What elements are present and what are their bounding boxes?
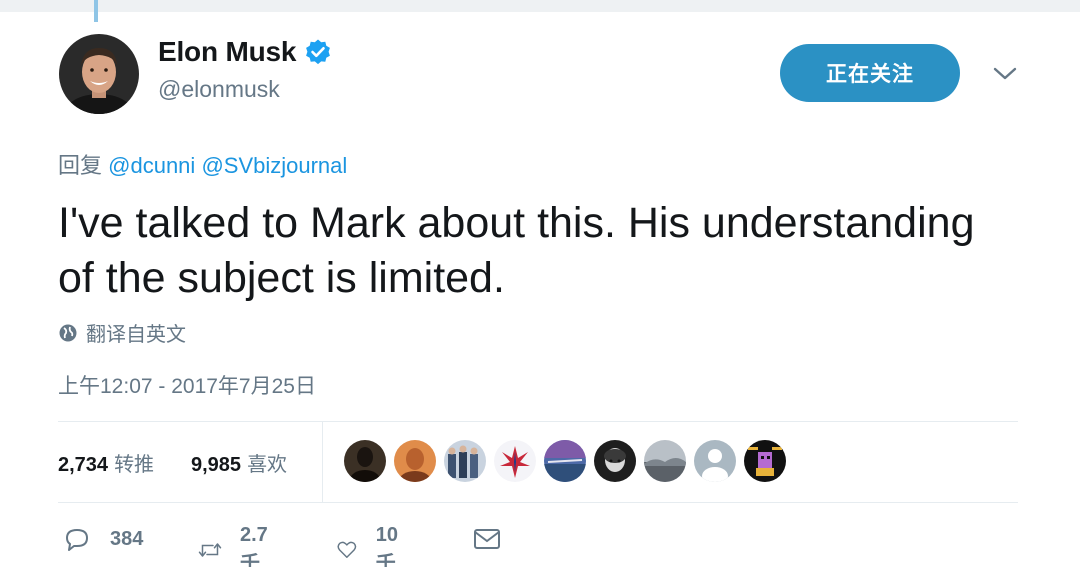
mention-dcunni[interactable]: @dcunni <box>108 153 195 178</box>
globe-icon <box>59 324 77 341</box>
tweet-page: Elon Musk @elonmusk 正在关注 回复 @dcunni @SVb… <box>0 0 1080 567</box>
thread-line <box>94 0 98 22</box>
likes-stat[interactable]: 9,985 喜欢 <box>191 448 287 477</box>
liker-avatar-6[interactable] <box>594 440 636 482</box>
liker-avatar-9[interactable] <box>744 440 786 482</box>
likes-label: 喜欢 <box>247 454 288 476</box>
heart-icon <box>337 541 357 558</box>
translate-label[interactable]: 翻译自英文 <box>86 318 186 347</box>
stats-divider-vertical <box>322 421 323 502</box>
author-name-row[interactable]: Elon Musk <box>158 34 332 70</box>
liker-avatar-8[interactable] <box>694 440 736 482</box>
mention-svbizjournal[interactable]: @SVbizjournal <box>201 153 347 178</box>
liker-avatar-4[interactable] <box>494 440 536 482</box>
author-handle[interactable]: @elonmusk <box>158 76 280 103</box>
liker-avatars <box>344 440 794 482</box>
retweets-stat[interactable]: 2,734 转推 <box>58 448 154 477</box>
like-count: 10千 <box>375 524 398 567</box>
retweet-icon <box>198 543 222 557</box>
likes-count: 9,985 <box>191 454 242 476</box>
translate-link[interactable]: 翻译自英文 <box>58 318 186 347</box>
stats-divider-bottom <box>58 502 1018 503</box>
retweets-label: 转推 <box>114 454 155 476</box>
liker-avatar-2[interactable] <box>394 440 436 482</box>
following-button[interactable]: 正在关注 <box>780 44 960 102</box>
author-avatar[interactable] <box>59 34 139 114</box>
top-bar <box>0 0 1080 12</box>
liker-avatar-3[interactable] <box>444 440 486 482</box>
retweets-count: 2,734 <box>58 454 109 476</box>
liker-avatar-7[interactable] <box>644 440 686 482</box>
stats-divider-top <box>58 421 1018 422</box>
liker-avatar-5[interactable] <box>544 440 586 482</box>
retweet-action[interactable]: 2.7千 <box>198 524 276 567</box>
reply-count: 384 <box>110 527 144 550</box>
reply-action[interactable]: 384 <box>62 524 143 554</box>
tweet-text: I've talked to Mark about this. His unde… <box>58 199 975 302</box>
reply-context: 回复 @dcunni @SVbizjournal <box>58 148 347 180</box>
verified-badge-icon <box>306 39 331 65</box>
direct-message-action[interactable] <box>472 524 520 554</box>
liker-avatar-1[interactable] <box>344 440 386 482</box>
like-action[interactable]: 10千 <box>336 524 406 567</box>
tweet-timestamp[interactable]: 上午12:07 - 2017年7月25日 <box>58 370 316 400</box>
chevron-down-icon[interactable] <box>990 58 1020 88</box>
author-name[interactable]: Elon Musk <box>158 36 296 68</box>
reply-prefix: 回复 <box>58 153 103 178</box>
retweet-count: 2.7千 <box>239 524 268 567</box>
envelope-icon <box>474 529 500 549</box>
reply-icon <box>66 529 88 551</box>
